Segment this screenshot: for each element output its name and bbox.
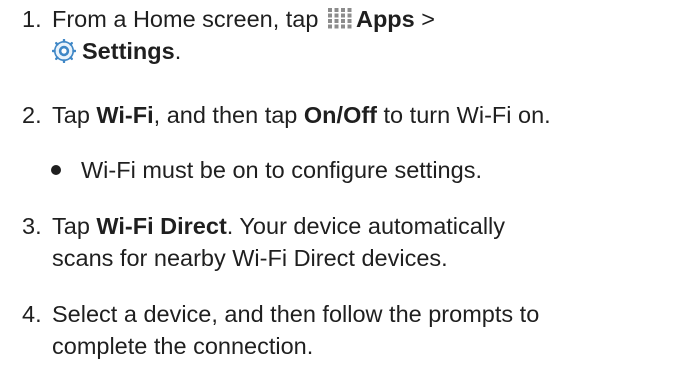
step-text: Tap Wi-Fi, and then tap On/Off to turn W…: [52, 99, 551, 131]
step-4-line-2: complete the connection.: [52, 333, 314, 359]
settings-label: Settings: [82, 38, 175, 64]
step-4-line-1: Select a device, and then follow the pro…: [52, 301, 540, 327]
bullet-item: Wi-Fi must be on to configure settings.: [51, 154, 482, 186]
step-1-text-b: >: [421, 6, 435, 32]
wifi-direct-label: Wi-Fi Direct: [96, 213, 227, 239]
step-number: 4.: [22, 301, 42, 327]
step-text: Tap Wi-Fi Direct. Your device automatica…: [52, 210, 505, 274]
step-2-text-c: to turn Wi-Fi on.: [383, 102, 551, 128]
onoff-label: On/Off: [303, 102, 377, 128]
apps-grid-icon: [327, 8, 352, 29]
step-2-text-a: Tap: [52, 102, 90, 128]
wifi-label: Wi-Fi: [96, 102, 154, 128]
apps-label: Apps: [355, 6, 415, 32]
step-number: 1.: [22, 6, 42, 32]
step-3-text-b: . Your device automatically: [226, 213, 506, 239]
step-1-text-a: From a Home screen, tap: [52, 6, 319, 32]
step-3-text-a: Tap: [52, 213, 90, 239]
settings-gear-icon: [52, 39, 76, 63]
step-number: 3.: [22, 213, 42, 239]
step-2-text-b: , and then tap: [153, 102, 298, 128]
bullet-dot: [51, 165, 61, 175]
step-number: 2.: [22, 102, 42, 128]
bullet-text: Wi-Fi must be on to configure settings.: [81, 157, 482, 183]
step-text: Select a device, and then follow the pro…: [52, 298, 539, 362]
step-3-line-2: scans for nearby Wi-Fi Direct devices.: [52, 245, 448, 271]
step-text: From a Home screen, tap Apps > Settings.: [52, 3, 435, 67]
step-1-text-c: .: [174, 38, 182, 64]
